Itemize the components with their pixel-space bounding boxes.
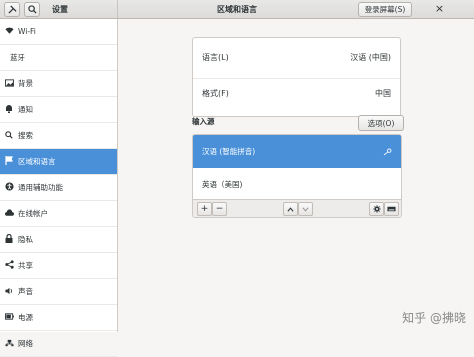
input-source-label: 汉语 (智能拼音) [202,147,256,156]
input-sources-toolbar: + − [193,199,401,217]
chevron-up-icon [287,206,294,212]
sidebar-item-privacy[interactable]: 隐私 [0,227,117,253]
sidebar-item-label: 背景 [18,79,33,88]
region-card: 语言(L) 汉语 (中国) 格式(F) 中国 [192,37,401,117]
header-bar: 设置 区域和语言 登录屏幕(S) × [0,0,474,19]
language-row[interactable]: 语言(L) 汉语 (中国) [193,44,400,70]
sidebar-item-wifi[interactable]: Wi-Fi [0,19,117,45]
input-source-settings-button[interactable] [369,202,384,216]
sidebar-item-search[interactable]: 搜索 [0,123,117,149]
sidebar-item-power[interactable]: 电源 [0,305,117,331]
speaker-icon [4,287,14,297]
keyboard-layout-button[interactable] [384,202,399,216]
login-screen-button[interactable]: 登录屏幕(S) [358,2,412,17]
plus-icon: + [200,203,209,214]
sidebar-item-label: 通用辅助功能 [18,183,63,192]
sidebar-item-label: 在线帐户 [18,209,48,218]
sidebar-item-background[interactable]: 背景 [0,71,117,97]
options-button[interactable]: 选项(O) [358,115,404,131]
sidebar-item-label: 搜索 [18,131,33,140]
privacy-icon [4,233,14,245]
sidebar-item-label: 隐私 [18,235,33,244]
chevron-down-icon [302,206,309,212]
power-icon [4,313,14,322]
close-button[interactable]: × [432,2,447,15]
sidebar-item-label: 声音 [18,287,33,296]
input-source-item[interactable]: 汉语 (智能拼音) [193,135,401,168]
input-source-label: 英语（美国) [202,179,243,189]
add-input-source-button[interactable]: + [197,202,212,216]
sidebar-item-sound[interactable]: 声音 [0,279,117,305]
key-icon [383,148,392,155]
watermark-text: 知乎 @拂晓 [402,311,466,325]
background-icon [4,78,14,89]
sidebar-item-label: Wi-Fi [18,27,36,36]
sidebar-item-accessibility[interactable]: 通用辅助功能 [0,175,117,201]
sidebar-item-network[interactable]: 网络 [0,331,117,357]
minus-icon: − [215,203,224,214]
close-icon: × [434,2,445,15]
accessibility-icon [4,182,14,193]
gear-icon [372,205,381,213]
input-sources-list: 汉语 (智能拼音) 英语（美国) + − [192,134,402,218]
remove-input-source-button[interactable]: − [212,202,227,216]
main-content: 语言(L) 汉语 (中国) 格式(F) 中国 输入源 选项(O) 汉语 (智能拼… [118,19,474,332]
format-label: 格式(F) [202,89,229,98]
input-sources-title: 输入源 [192,117,215,126]
language-value: 汉语 (中国) [350,52,391,62]
sidebar-item-notifications[interactable]: 通知 [0,97,117,123]
input-source-item[interactable]: 英语（美国) [193,169,401,199]
online-accounts-icon [4,208,14,219]
sidebar-item-label: 共享 [18,261,33,270]
sidebar-item-label: 通知 [18,105,33,114]
move-up-button[interactable] [283,202,298,216]
sidebar-item-label: 蓝牙 [10,53,25,62]
keyboard-icon [387,206,396,212]
move-down-button[interactable] [298,202,313,216]
sidebar-item-region-language[interactable]: 区域和语言 [0,149,117,175]
format-row[interactable]: 格式(F) 中国 [193,78,400,108]
flag-icon [4,156,14,167]
network-icon [4,339,14,349]
sidebar-item-label: 电源 [18,313,33,322]
sidebar-item-label: 区域和语言 [18,157,56,166]
share-icon [4,260,14,271]
sidebar-item-bluetooth[interactable]: 蓝牙 [0,45,117,71]
sidebar-item-label: 网络 [18,339,33,348]
wifi-icon [4,27,14,37]
sidebar-item-sharing[interactable]: 共享 [0,253,117,279]
format-value: 中国 [375,89,391,98]
search-icon [4,130,14,141]
sidebar-item-online-accounts[interactable]: 在线帐户 [0,201,117,227]
bell-icon [4,104,14,115]
sidebar: Wi-Fi 蓝牙 背景 通知 搜索 区域和语言 通用辅助功能 在线帐户 隐私 共… [0,19,118,357]
language-label: 语言(L) [202,52,229,62]
